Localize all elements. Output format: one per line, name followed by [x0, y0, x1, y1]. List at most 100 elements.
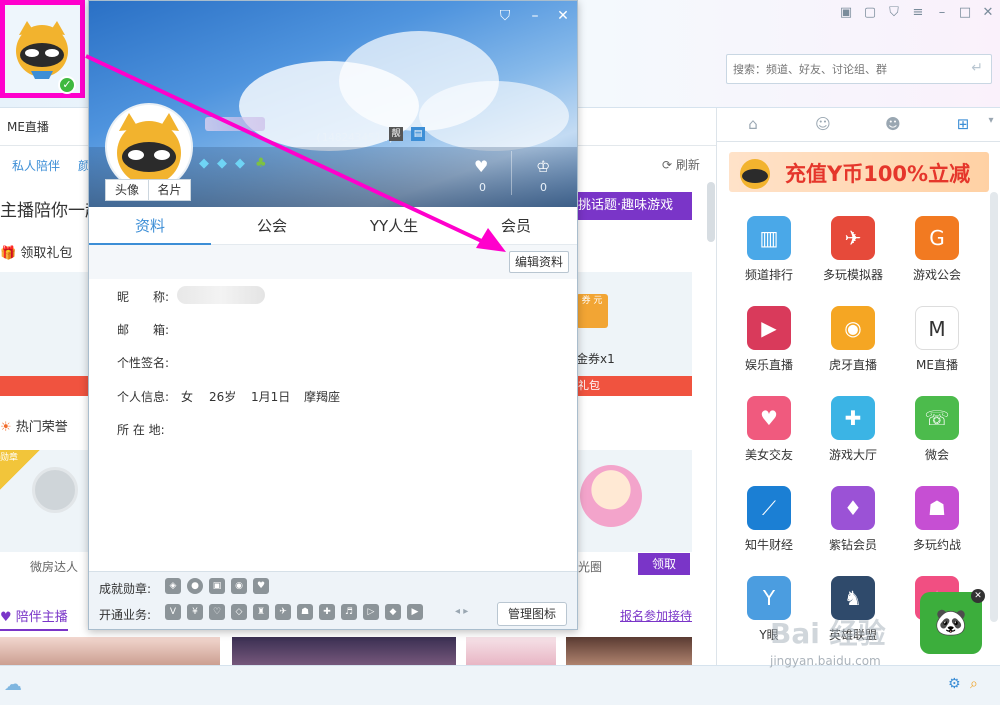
- skin-icon[interactable]: ▣: [838, 5, 854, 21]
- birthday-value: 1月1日: [251, 390, 291, 404]
- service-icon[interactable]: ◇: [231, 604, 247, 620]
- app-game-guild[interactable]: G 游戏公会: [899, 216, 975, 296]
- minimize-icon[interactable]: –: [934, 5, 950, 21]
- baidu-watermark-url: jingyan.baidu.com: [770, 654, 881, 668]
- card-button[interactable]: 名片: [148, 180, 190, 200]
- streamer-thumb[interactable]: [566, 637, 692, 665]
- app-label: 紫钻会员: [828, 538, 877, 552]
- message-icon[interactable]: ▢: [862, 5, 878, 21]
- fans-count: 0: [540, 181, 547, 194]
- sidebar-scrollbar[interactable]: [990, 192, 998, 622]
- app-finance[interactable]: ⟋ 知牛财经: [731, 486, 807, 566]
- service-icon[interactable]: ◆: [385, 604, 401, 620]
- app-label: 微会: [924, 448, 949, 462]
- service-icon[interactable]: ✚: [319, 604, 335, 620]
- service-icon[interactable]: ♬: [341, 604, 357, 620]
- like-icon[interactable]: ♥: [474, 157, 488, 176]
- tab-profile[interactable]: 资料: [89, 207, 211, 245]
- app-purple-diamond[interactable]: ♦ 紫钻会员: [815, 486, 891, 566]
- tab-membership[interactable]: 会员: [455, 207, 577, 245]
- close-icon[interactable]: ✕: [555, 8, 571, 24]
- nickname-label: 昵 称:: [117, 290, 170, 304]
- avatar-button-group: 头像 名片: [105, 179, 191, 201]
- scroll-arrows-icon[interactable]: ◂ ▸: [455, 606, 468, 617]
- search-icon[interactable]: ⌕: [970, 676, 978, 692]
- app-emulator[interactable]: ✈ 多玩模拟器: [815, 216, 891, 296]
- home-icon[interactable]: ⌂: [741, 115, 765, 135]
- diamond-icon[interactable]: ◆: [235, 156, 249, 171]
- vip-number-tag[interactable]: 靓: [389, 127, 403, 141]
- app-huya-live[interactable]: ◉ 虎牙直播: [815, 306, 891, 386]
- service-icon[interactable]: V: [165, 604, 181, 620]
- app-me-live[interactable]: M ME直播: [899, 306, 975, 386]
- minimize-icon[interactable]: –: [527, 8, 543, 24]
- coupon-label: 金券x1: [576, 352, 615, 366]
- fans-icon[interactable]: ♔: [536, 157, 550, 176]
- maximize-icon[interactable]: □: [957, 5, 973, 21]
- sub-nav-private[interactable]: 私人陪伴: [12, 157, 60, 174]
- service-icon[interactable]: ☗: [297, 604, 313, 620]
- content-scrollbar[interactable]: [707, 182, 715, 242]
- location-label: 所 在 地:: [117, 423, 165, 437]
- manage-icons-button[interactable]: 管理图标: [497, 602, 567, 626]
- service-icon[interactable]: ♡: [209, 604, 225, 620]
- game-banner[interactable]: 挑话题·趣味游戏: [572, 192, 692, 220]
- edit-profile-button[interactable]: 编辑资料: [509, 251, 569, 273]
- search-input[interactable]: [727, 55, 957, 83]
- app-game-hall[interactable]: ✚ 游戏大厅: [815, 396, 891, 476]
- badge-icon[interactable]: ◈: [165, 578, 181, 594]
- streamer-thumb[interactable]: [232, 637, 456, 665]
- diamond-icon[interactable]: ◆: [199, 156, 213, 171]
- enter-icon[interactable]: ↵: [971, 60, 983, 76]
- shirt-icon[interactable]: ⛉: [497, 8, 513, 24]
- streamer-thumb[interactable]: [0, 637, 220, 665]
- service-icon[interactable]: ▷: [363, 604, 379, 620]
- report-link[interactable]: 报名参加接待: [620, 607, 692, 624]
- tab-guild[interactable]: 公会: [211, 207, 333, 245]
- app-dating[interactable]: ♥ 美女交友: [731, 396, 807, 476]
- card-icon[interactable]: ▤: [411, 127, 425, 141]
- fairy-label: 光圈: [578, 560, 603, 574]
- recharge-banner[interactable]: 充值Y币100%立减: [729, 152, 989, 192]
- close-icon[interactable]: ✕: [971, 589, 985, 603]
- contact-icon[interactable]: ☺: [811, 115, 835, 135]
- cloud-icon[interactable]: ☁: [4, 674, 22, 695]
- chevron-down-icon[interactable]: ▾: [979, 115, 1000, 135]
- profile-avatar[interactable]: [105, 103, 193, 191]
- app-channel-rank[interactable]: ▥ 频道排行: [731, 216, 807, 296]
- right-sidebar: ⌂ ☺ ☻ ⊞ ▾ 充值Y币100%立减 ▥ 频道排行 ✈ 多玩模拟器 G 游戏公会 …: [716, 108, 1000, 665]
- refresh-button[interactable]: ⟳ 刷新: [662, 156, 700, 173]
- tab-me-live[interactable]: ME直播: [7, 118, 49, 135]
- fairy-badge-icon: [580, 465, 642, 527]
- avatar-button[interactable]: 头像: [106, 180, 148, 200]
- tab-yy-life[interactable]: YY人生: [333, 207, 455, 245]
- app-weihui[interactable]: ☏ 微会: [899, 396, 975, 476]
- streamer-thumb[interactable]: [466, 637, 556, 665]
- app-match[interactable]: ☗ 多玩约战: [899, 486, 975, 566]
- bird-icon: ✈: [831, 216, 875, 260]
- signature-label: 个性签名:: [117, 356, 170, 370]
- gear-icon[interactable]: ⚙: [948, 676, 961, 692]
- badge-icon[interactable]: ◉: [231, 578, 247, 594]
- app-entertainment-live[interactable]: ▶ 娱乐直播: [731, 306, 807, 386]
- app-label: 美女交友: [744, 448, 793, 462]
- claim-button[interactable]: 领取: [638, 553, 690, 575]
- leaf-icon[interactable]: ♣: [255, 156, 267, 171]
- apps-grid-icon[interactable]: ⊞: [951, 115, 975, 135]
- service-icon[interactable]: ¥: [187, 604, 203, 620]
- close-icon[interactable]: ✕: [980, 5, 996, 21]
- group-icon[interactable]: ☻: [881, 115, 905, 135]
- popup-footer: 成就勋章: ◈ ● ▣ ◉ ♥ 开通业务: V ¥ ♡ ◇ ♜ ✈ ☗ ✚ ♬ …: [89, 571, 577, 629]
- medal-icon: [32, 467, 78, 513]
- menu-icon[interactable]: ≡: [910, 5, 926, 21]
- badge-icon[interactable]: ▣: [209, 578, 225, 594]
- shirt-icon[interactable]: ⛉: [886, 5, 902, 21]
- main-avatar[interactable]: ✓: [0, 0, 85, 98]
- badge-icon[interactable]: ●: [187, 578, 203, 594]
- service-icon[interactable]: ♜: [253, 604, 269, 620]
- service-icon[interactable]: ✈: [275, 604, 291, 620]
- badge-icon[interactable]: ♥: [253, 578, 269, 594]
- diamond-icon[interactable]: ◆: [217, 156, 231, 171]
- sun-icon: ☀: [0, 420, 12, 435]
- service-icon[interactable]: ▶: [407, 604, 423, 620]
